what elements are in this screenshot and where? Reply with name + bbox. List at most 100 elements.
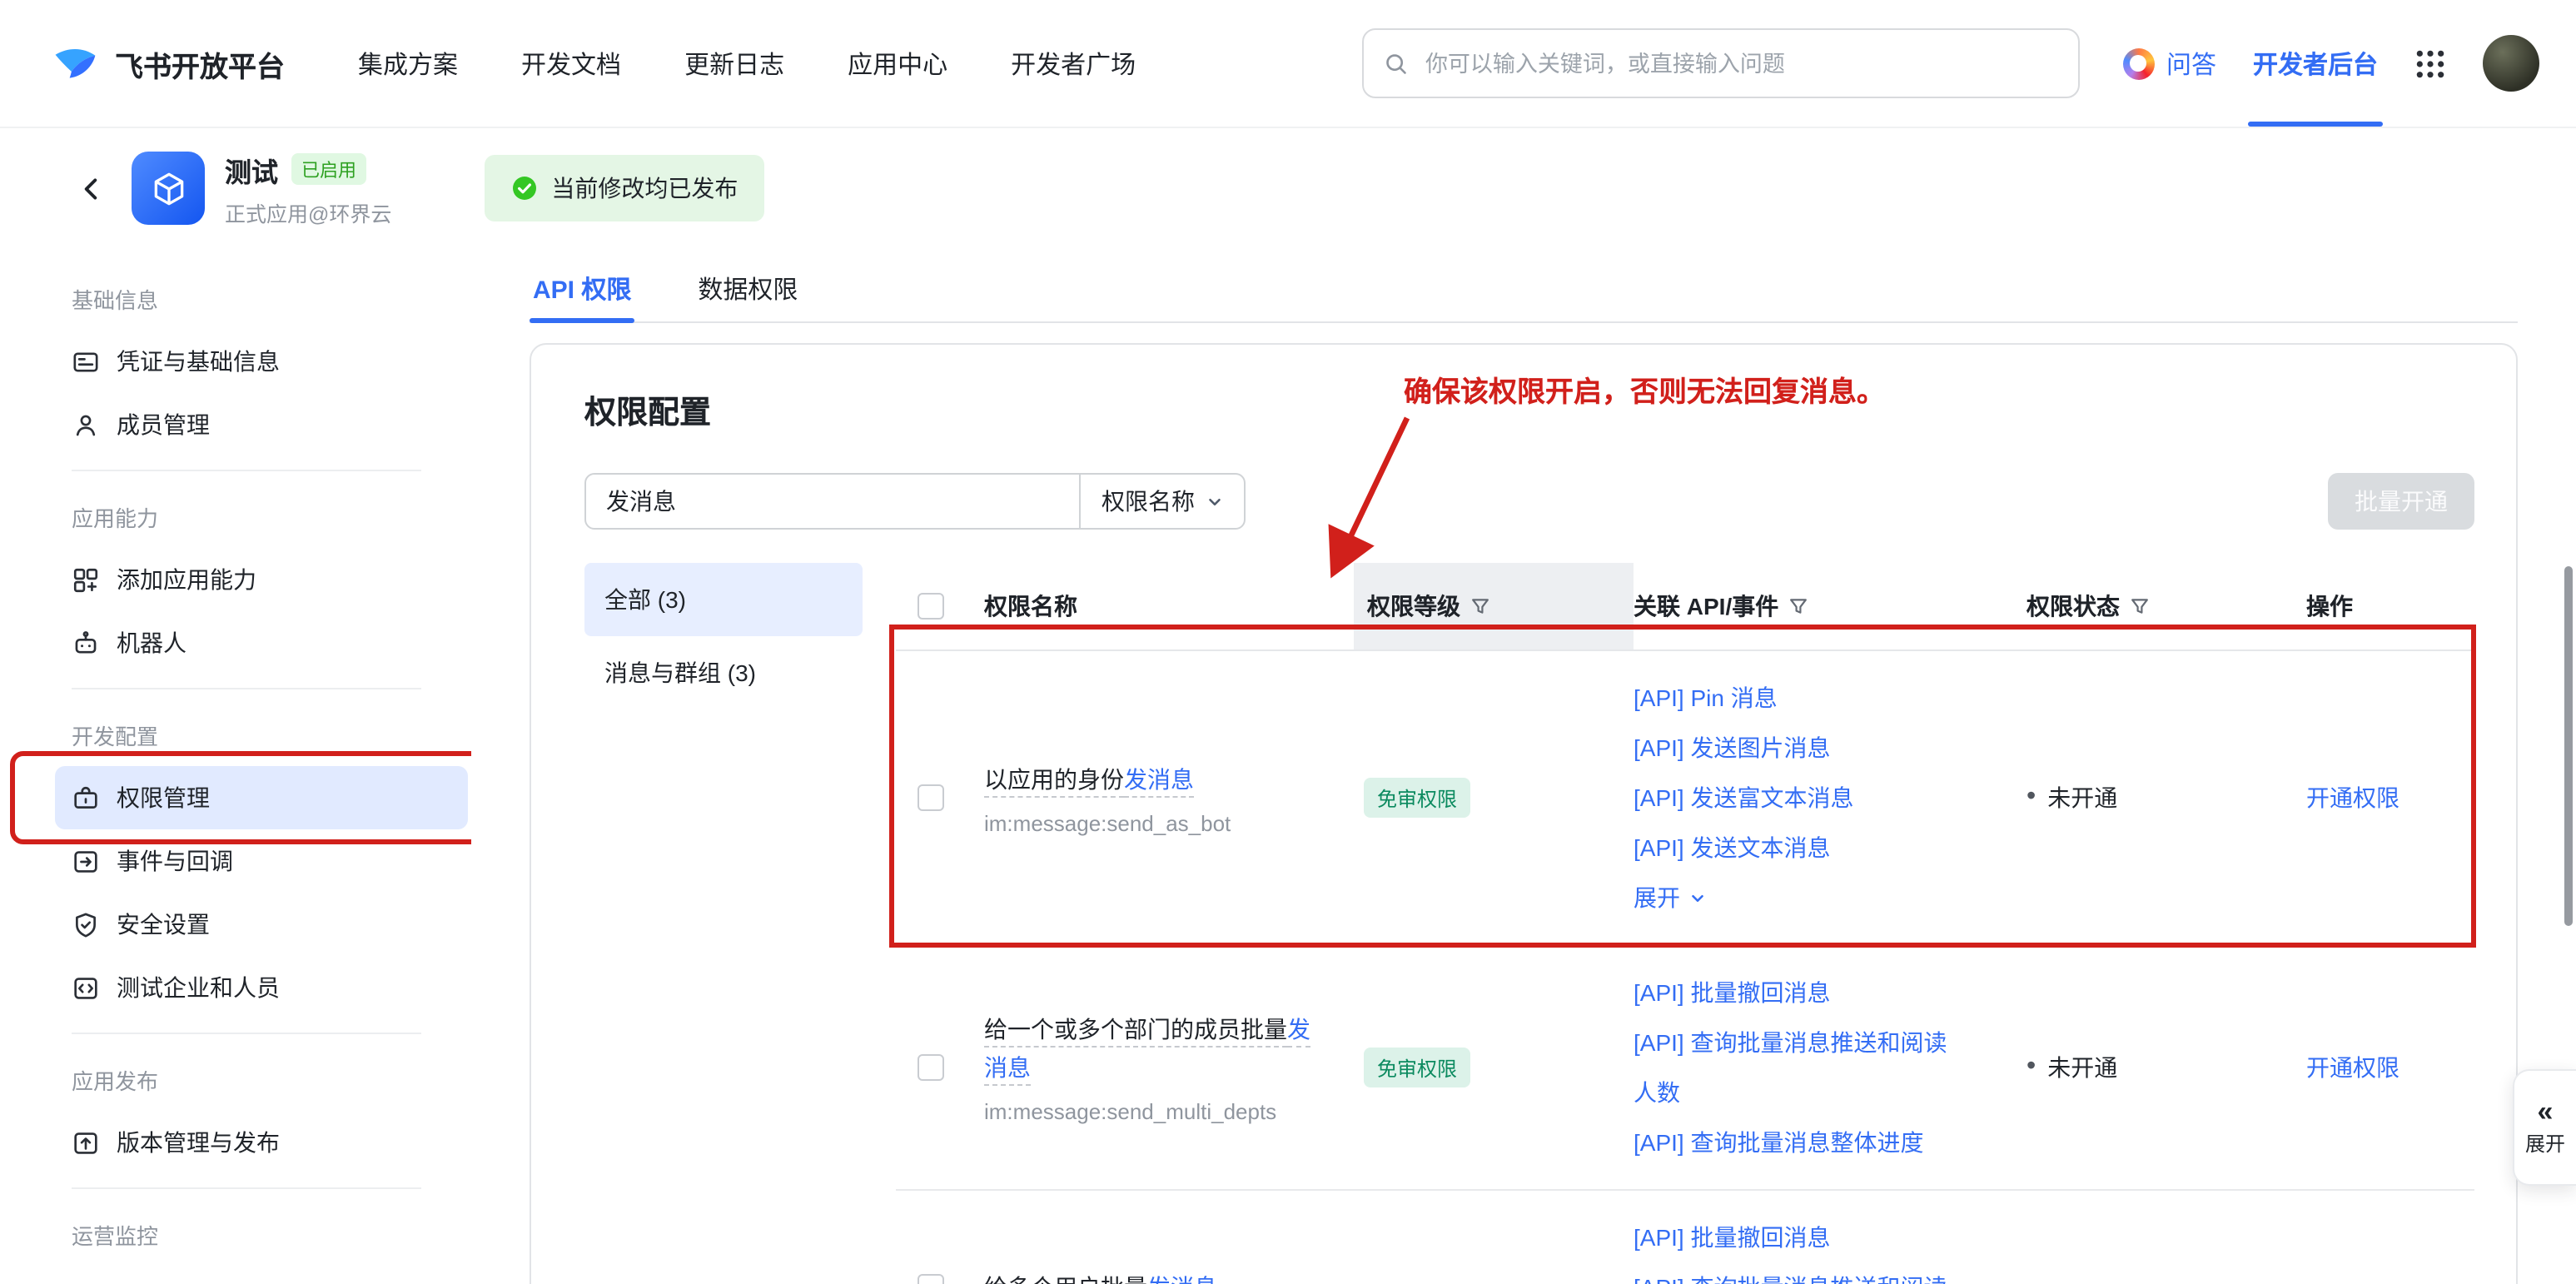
sidebar-item-events[interactable]: 事件与回调 <box>0 829 471 893</box>
sidebar-item-bot[interactable]: 机器人 <box>0 611 471 674</box>
table-area: 全部 (3)消息与群组 (3) 权限名称 权限等级 <box>584 563 2474 1284</box>
check-circle-icon <box>511 175 538 202</box>
category-filter-list: 全部 (3)消息与群组 (3) <box>584 563 883 1284</box>
sidebar-section-title: 运营监控 <box>0 1201 471 1266</box>
sidebar-section-title: 应用发布 <box>0 1046 471 1111</box>
api-link[interactable]: [API] 发送文本消息 <box>1634 823 1965 873</box>
brand[interactable]: 飞书开放平台 <box>50 38 285 88</box>
tab-data-permission[interactable]: 数据权限 <box>694 255 801 321</box>
api-link[interactable]: [API] Pin 消息 <box>1634 673 1965 723</box>
col-header-status[interactable]: 权限状态 <box>2012 563 2286 649</box>
permission-icon <box>72 784 100 812</box>
tab-label: 数据权限 <box>698 271 798 306</box>
sidebar-section-4: 运营监控 <box>0 1187 471 1266</box>
user-avatar[interactable] <box>2483 35 2539 92</box>
sidebar-item-label: 安全设置 <box>117 908 210 941</box>
nav-link-app-center[interactable]: 应用中心 <box>848 46 947 81</box>
page-root: 飞书开放平台 集成方案 开发文档 更新日志 应用中心 开发者广场 问答 开发者后台 <box>0 0 2576 1284</box>
permission-search-group: 权限名称 <box>584 473 1246 530</box>
table-body: 以应用的身份发消息im:message:send_as_bot免审权限[API]… <box>896 651 2474 1284</box>
qa-label: 问答 <box>2166 46 2216 81</box>
action-cell: 开通权限 <box>2286 1051 2474 1084</box>
batch-open-button[interactable]: 批量开通 <box>2328 473 2474 530</box>
permission-table: 权限名称 权限等级 关联 API/事件 权限状态 <box>896 563 2474 1284</box>
nav-link-integration[interactable]: 集成方案 <box>358 46 458 81</box>
sidebar-item-permission[interactable]: 权限管理 <box>55 766 468 829</box>
sidebar-item-security[interactable]: 安全设置 <box>0 893 471 956</box>
col-header-name: 权限名称 <box>984 563 1354 649</box>
sidebar-item-label: 权限管理 <box>117 781 210 814</box>
qa-link[interactable]: 问答 <box>2123 46 2216 81</box>
developer-console-link[interactable]: 开发者后台 <box>2253 0 2378 127</box>
back-button[interactable] <box>77 174 105 202</box>
search-type-value: 权限名称 <box>1102 485 1195 518</box>
permission-code: im:message:send_as_bot <box>984 810 1310 835</box>
api-link[interactable]: [API] 查询批量消息整体进度 <box>1634 1117 1965 1167</box>
open-permission-link[interactable]: 开通权限 <box>2306 1054 2399 1081</box>
sidebar: 基础信息凭证与基础信息成员管理应用能力添加应用能力机器人开发配置权限管理事件与回… <box>0 248 471 1284</box>
row-checkbox[interactable] <box>918 1274 944 1284</box>
related-api-cell: [API] Pin 消息[API] 发送图片消息[API] 发送富文本消息[AP… <box>1634 673 2012 923</box>
global-search-input[interactable] <box>1422 49 2058 77</box>
status-dot: • <box>2026 1054 2036 1081</box>
filter-funnel-icon[interactable] <box>2130 596 2150 616</box>
sidebar-item-version[interactable]: 版本管理与发布 <box>0 1111 471 1174</box>
filter-message-group[interactable]: 消息与群组 (3) <box>584 636 863 709</box>
select-all-checkbox[interactable] <box>918 593 944 620</box>
highlighted-search-term: 发消息 <box>1147 1273 1217 1284</box>
sidebar-item-test-company[interactable]: 测试企业和人员 <box>0 956 471 1019</box>
api-link[interactable]: [API] 发送图片消息 <box>1634 723 1965 773</box>
api-link[interactable]: [API] 批量撤回消息 <box>1634 968 1965 1018</box>
nav-link-changelog[interactable]: 更新日志 <box>684 46 784 81</box>
sidebar-item-credentials[interactable]: 凭证与基础信息 <box>0 330 471 393</box>
status-dot: • <box>2026 784 2036 811</box>
permission-name[interactable]: 给一个或多个部门的成员批量发消息 <box>984 1011 1310 1087</box>
console-label: 开发者后台 <box>2253 46 2378 81</box>
api-link[interactable]: [API] 查询批量消息推送和阅读人数 <box>1634 1018 1965 1117</box>
row-checkbox[interactable] <box>918 1054 944 1081</box>
name-text: 给一个或多个部门的成员批量 <box>984 1016 1287 1048</box>
api-link[interactable]: [API] 批量撤回消息 <box>1634 1212 1965 1262</box>
sidebar-item-label: 添加应用能力 <box>117 563 256 596</box>
app-enabled-badge: 已启用 <box>291 153 366 185</box>
add-capability-icon <box>72 565 100 594</box>
api-link[interactable]: [API] 查询批量消息推送和阅读人数 <box>1634 1262 1965 1284</box>
sidebar-section-3: 应用发布版本管理与发布 <box>0 1033 471 1174</box>
permission-name[interactable]: 以应用的身份发消息 <box>984 760 1310 799</box>
sidebar-item-add-capability[interactable]: 添加应用能力 <box>0 548 471 611</box>
expand-apis-link[interactable]: 展开 <box>1634 873 1965 923</box>
global-search-box[interactable] <box>1362 28 2080 98</box>
publish-status-text: 当前修改均已发布 <box>551 172 738 205</box>
nav-link-docs[interactable]: 开发文档 <box>521 46 621 81</box>
apps-grid-icon[interactable] <box>2414 47 2446 79</box>
row-checkbox[interactable] <box>918 784 944 811</box>
qa-ring-icon <box>2123 47 2155 79</box>
permission-level-cell: 免审权限 <box>1354 1048 1634 1087</box>
permission-search-input[interactable] <box>584 473 1081 530</box>
double-chevron-left-icon: « <box>2538 1097 2554 1126</box>
version-icon <box>72 1128 100 1157</box>
permission-row: 给一个或多个部门的成员批量发消息im:message:send_multi_de… <box>896 946 2474 1191</box>
sidebar-expand-handle[interactable]: « 展开 <box>2513 1069 2576 1186</box>
filter-all[interactable]: 全部 (3) <box>584 563 863 636</box>
nav-link-marketplace[interactable]: 开发者广场 <box>1011 46 1136 81</box>
tab-api-permission[interactable]: API 权限 <box>530 255 634 321</box>
col-header-label: 权限状态 <box>2026 590 2120 623</box>
filter-funnel-icon[interactable] <box>1470 596 1490 616</box>
annotation-text: 确保该权限开启，否则无法回复消息。 <box>1404 368 1885 410</box>
filter-funnel-icon[interactable] <box>1788 596 1808 616</box>
permission-name-cell: 给多个用户批量发消息 <box>984 1268 1354 1284</box>
sidebar-item-label: 机器人 <box>117 626 186 659</box>
sidebar-item-members[interactable]: 成员管理 <box>0 393 471 456</box>
col-header-api[interactable]: 关联 API/事件 <box>1634 563 2012 649</box>
open-permission-link[interactable]: 开通权限 <box>2306 784 2399 811</box>
permission-tabs: API 权限 数据权限 <box>530 255 2518 323</box>
credential-icon <box>72 347 100 376</box>
level-badge: 免审权限 <box>1364 778 1470 818</box>
page-scrollbar-thumb[interactable] <box>2564 566 2573 926</box>
name-text: 给多个用户批量 <box>984 1273 1147 1284</box>
api-link[interactable]: [API] 发送富文本消息 <box>1634 773 1965 823</box>
search-type-select[interactable]: 权限名称 <box>1081 473 1246 530</box>
permission-name[interactable]: 给多个用户批量发消息 <box>984 1268 1310 1284</box>
feishu-logo-icon <box>50 38 100 88</box>
